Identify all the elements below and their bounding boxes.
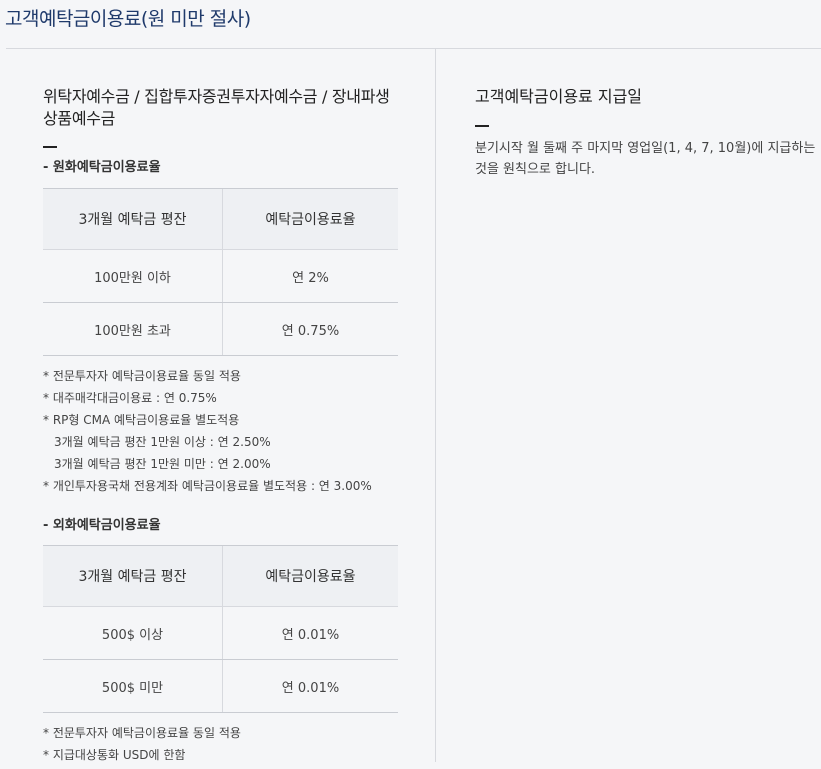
payment-date-text: 분기시작 월 둘째 주 마지막 영업일(1, 4, 7, 10월)에 지급하는 … — [475, 141, 816, 177]
section-title: 위탁자예수금 / 집합투자증권투자자예수금 / 장내파생상품예수금 — [43, 87, 390, 128]
table-row: 100만원 이하 연 2% — [43, 249, 398, 303]
title-divider — [6, 48, 821, 49]
column-header: 3개월 예탁금 평잔 — [43, 545, 223, 607]
rate-cell: 연 0.01% — [222, 659, 398, 713]
title-underline — [43, 146, 57, 148]
payment-date-section: 고객예탁금이용료 지급일 분기시작 월 둘째 주 마지막 영업일(1, 4, 7… — [475, 86, 821, 180]
rate-cell: 연 0.01% — [222, 606, 398, 660]
balance-cell: 100만원 초과 — [43, 302, 223, 356]
table-header-row: 3개월 예탁금 평잔 예탁금이용료율 — [43, 188, 398, 250]
note-item: * 전문투자자 예탁금이용료율 동일 적용 — [43, 369, 241, 383]
balance-cell: 500$ 미만 — [43, 659, 223, 713]
table-row: 500$ 이상 연 0.01% — [43, 606, 398, 660]
note-item: * 개인투자용국채 전용계좌 예탁금이용료율 별도적용 : 연 3.00% — [43, 479, 372, 493]
note-item: * 지급대상통화 USD에 한함 — [43, 748, 186, 762]
table-row: 500$ 미만 연 0.01% — [43, 659, 398, 713]
table-header-row: 3개월 예탁금 평잔 예탁금이용료율 — [43, 545, 398, 607]
page-title: 고객예탁금이용료(원 미만 절사) — [5, 8, 251, 30]
note-item: * 대주매각대금이용료 : 연 0.75% — [43, 391, 217, 405]
balance-cell: 500$ 이상 — [43, 606, 223, 660]
rate-cell: 연 2% — [222, 249, 398, 303]
krw-rate-subtitle: - 원화예탁금이용료율 — [43, 160, 161, 175]
column-header: 3개월 예탁금 평잔 — [43, 188, 223, 250]
fx-rate-table: 3개월 예탁금 평잔 예탁금이용료율 500$ 이상 연 0.01% 500$ … — [43, 545, 398, 713]
title-underline — [475, 125, 489, 127]
krw-rate-table: 3개월 예탁금 평잔 예탁금이용료율 100만원 이하 연 2% 100만원 초… — [43, 188, 398, 356]
fx-rate-subtitle: - 외화예탁금이용료율 — [43, 518, 161, 533]
note-item: 3개월 예탁금 평잔 1만원 미만 : 연 2.00% — [54, 457, 271, 471]
note-item: 3개월 예탁금 평잔 1만원 이상 : 연 2.50% — [54, 435, 271, 449]
column-header: 예탁금이용료율 — [222, 545, 398, 607]
rate-cell: 연 0.75% — [222, 302, 398, 356]
krw-notes: * 전문투자자 예탁금이용료율 동일 적용 * 대주매각대금이용료 : 연 0.… — [43, 368, 403, 500]
column-header: 예탁금이용료율 — [222, 188, 398, 250]
balance-cell: 100만원 이하 — [43, 249, 223, 303]
note-item: * 전문투자자 예탁금이용료율 동일 적용 — [43, 726, 241, 740]
note-item: * RP형 CMA 예탁금이용료율 별도적용 — [43, 413, 240, 427]
table-row: 100만원 초과 연 0.75% — [43, 302, 398, 356]
column-divider — [435, 49, 436, 762]
fx-notes: * 전문투자자 예탁금이용료율 동일 적용 * 지급대상통화 USD에 한함 — [43, 725, 403, 769]
deposit-rate-section: 위탁자예수금 / 집합투자증권투자자예수금 / 장내파생상품예수금 - 원화예탁… — [43, 86, 403, 769]
payment-date-title: 고객예탁금이용료 지급일 — [475, 87, 643, 106]
